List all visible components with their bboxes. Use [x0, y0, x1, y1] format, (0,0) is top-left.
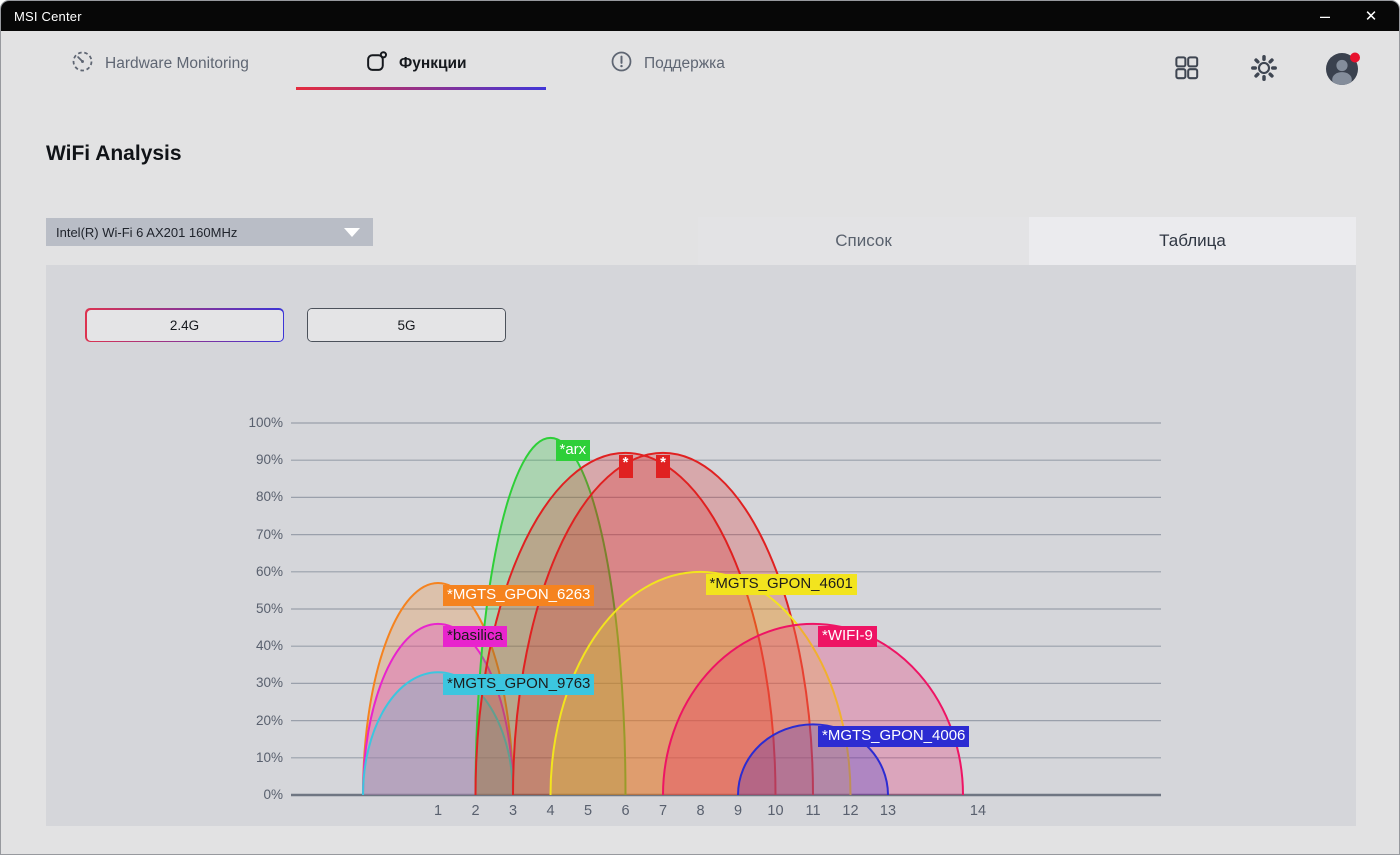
- x-axis-tick: 4: [546, 803, 555, 819]
- y-axis-tick: 80%: [255, 489, 283, 505]
- x-axis-tick: 5: [583, 803, 593, 819]
- x-axis-tick: 7: [658, 803, 668, 819]
- tab-support[interactable]: Поддержка: [610, 47, 725, 81]
- apps-grid-icon[interactable]: [1173, 54, 1200, 86]
- y-axis-tick: 10%: [255, 749, 283, 765]
- y-axis-tick: 30%: [255, 675, 283, 691]
- view-tab-table[interactable]: Таблица: [1029, 217, 1356, 265]
- network-label: *basilica: [443, 625, 507, 647]
- x-axis-tick: 12: [842, 803, 859, 819]
- network-label: *MGTS_GPON_4601: [705, 573, 857, 595]
- x-axis-tick: 13: [879, 803, 897, 819]
- network-label: *arx: [555, 439, 591, 461]
- minimize-button[interactable]: –: [1303, 1, 1347, 31]
- notification-dot: [1350, 52, 1360, 63]
- network-label: *: [656, 454, 670, 478]
- adapter-dropdown-value: Intel(R) Wi-Fi 6 AX201 160MHz: [56, 224, 238, 240]
- y-axis-tick: 60%: [255, 563, 283, 579]
- y-axis-tick: 100%: [248, 415, 283, 430]
- x-axis-tick: 2: [471, 803, 480, 819]
- network-label: *MGTS_GPON_6263: [443, 584, 595, 606]
- x-axis-tick: 1: [433, 803, 443, 819]
- x-axis-tick: 8: [696, 803, 705, 819]
- network-label: *MGTS_GPON_4006: [818, 726, 970, 748]
- y-axis-tick: 20%: [255, 712, 283, 728]
- tab-label: Поддержка: [644, 55, 725, 72]
- wifi-channel-chart: 0% 10% 20% 30% 40% 50% 60% 70% 80% 90% 100% 1 2 3 4 5 6 7…: [46, 265, 1356, 826]
- tab-label: Hardware Monitoring: [105, 55, 249, 72]
- window-title: MSI Center: [14, 8, 82, 24]
- x-axis-tick: 9: [733, 803, 743, 819]
- support-icon: [610, 50, 633, 78]
- functions-icon: [365, 50, 388, 78]
- x-axis-tick: 6: [621, 803, 630, 819]
- adapter-dropdown[interactable]: Intel(R) Wi-Fi 6 AX201 160MHz: [46, 218, 373, 246]
- y-axis-tick: 50%: [255, 601, 283, 616]
- x-axis-tick: 11: [805, 803, 821, 819]
- active-tab-underline: [296, 87, 546, 90]
- tab-functions[interactable]: Функции: [365, 47, 467, 81]
- network-label: *MGTS_GPON_9763: [443, 674, 595, 696]
- hardware-monitoring-icon: [71, 50, 94, 78]
- tab-label: Функции: [399, 55, 467, 72]
- titlebar: MSI Center: [1, 1, 1399, 31]
- close-button[interactable]: ✕: [1349, 1, 1393, 31]
- y-axis-tick: 40%: [255, 638, 283, 654]
- page-title: WiFi Analysis: [46, 142, 182, 165]
- x-axis-tick: 10: [767, 803, 784, 819]
- tab-hardware-monitoring[interactable]: Hardware Monitoring: [71, 47, 249, 81]
- view-tab-list[interactable]: Список: [698, 217, 1029, 265]
- y-axis-tick: 0%: [263, 787, 283, 802]
- wifi-analysis-panel: 2.4G 5G 0% 10% 20% 30% 40% 50% 60% 70% 80% 90% 100…: [46, 265, 1356, 826]
- network-label: *: [618, 454, 633, 478]
- settings-gear-icon[interactable]: [1250, 54, 1278, 87]
- msi-center-window: MSI Center – ✕ Hardware Monitoring Функц…: [0, 0, 1400, 855]
- y-axis-tick: 90%: [255, 452, 283, 468]
- x-axis-tick: 3: [508, 803, 518, 819]
- chevron-down-icon: [344, 227, 360, 237]
- x-axis-tick: 14: [969, 803, 987, 819]
- y-axis-tick: 70%: [255, 526, 283, 542]
- network-label: *WIFI-9: [818, 625, 877, 647]
- user-avatar[interactable]: [1325, 51, 1361, 87]
